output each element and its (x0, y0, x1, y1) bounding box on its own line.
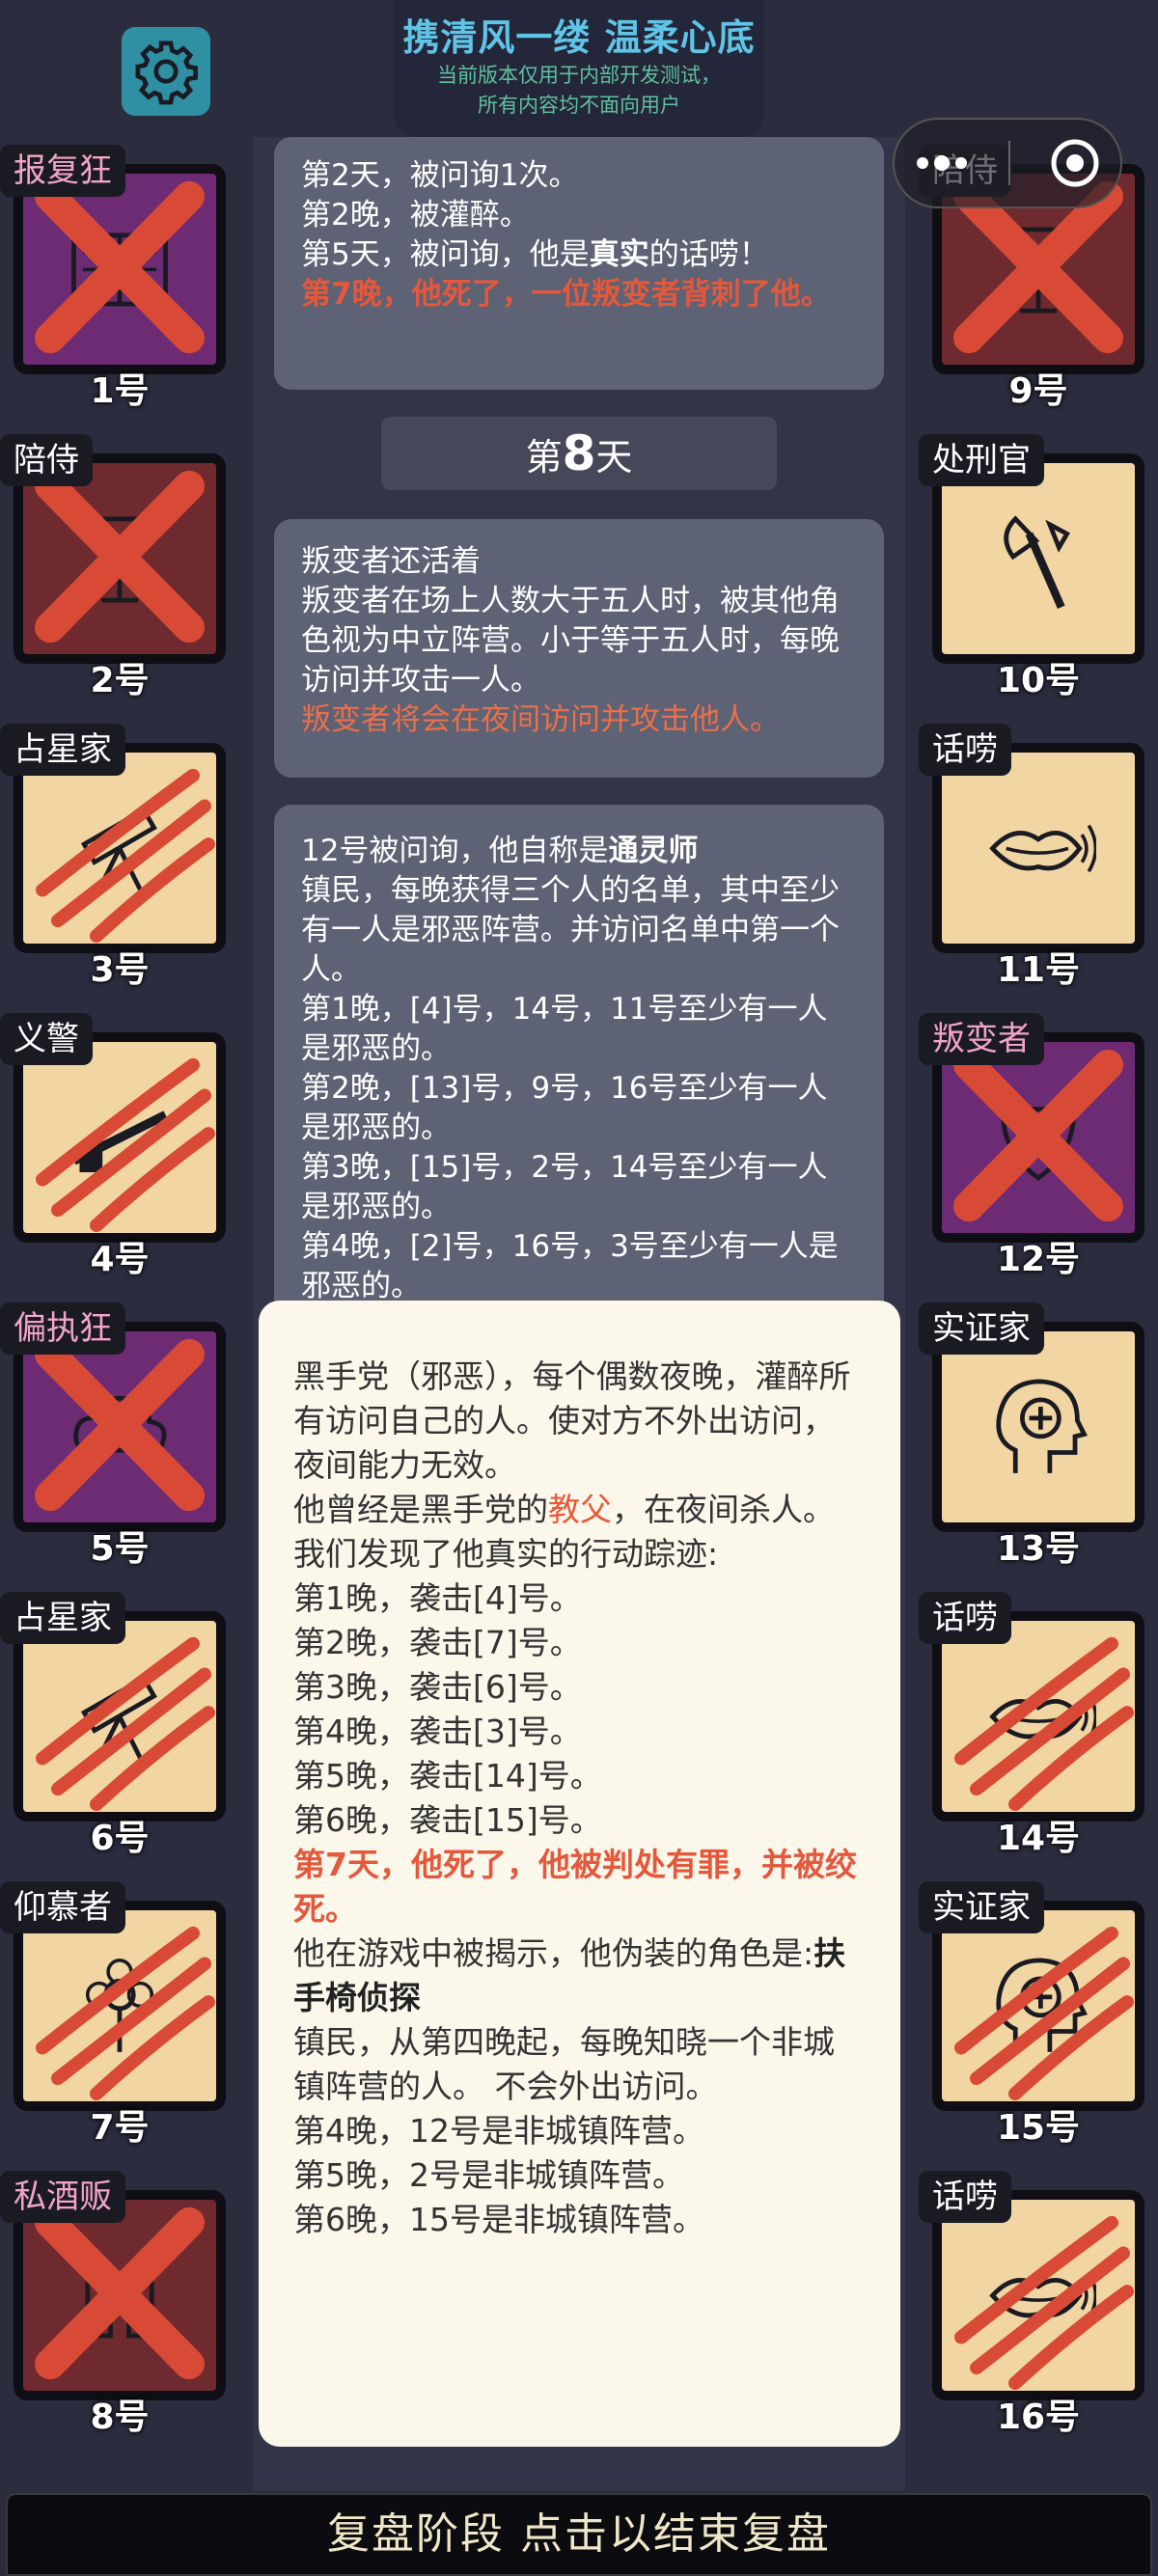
eliminated-cross-icon (35, 180, 205, 354)
claw-marks-icon (954, 1636, 1134, 1812)
player-number: 13号 (996, 1529, 1081, 1569)
detail-night-5: 第5晚，袭击[14]号。 (293, 1757, 602, 1795)
player-role-label: 陪侍 (0, 434, 93, 486)
detail-finding-1: 第4晚，12号是非城镇阵营。 (293, 2112, 704, 2150)
head-plus-icon (996, 1379, 1088, 1473)
detail-night-4: 第4晚，袭击[3]号。 (293, 1713, 582, 1750)
player-role-label: 占星家 (0, 1592, 125, 1644)
log-line: 叛变者在场上人数大于五人时，被其他角色视为中立阵营。小于等于五人时，每晚访问并攻… (301, 584, 840, 698)
player-role-label: 偏执狂 (0, 1302, 125, 1355)
more-options-icon[interactable] (913, 153, 971, 173)
player-number: 2号 (90, 661, 150, 700)
detail-true-role: 他曾经是黑手党的教父，在夜间杀人。 (293, 1491, 835, 1528)
player-role-label: 私酒贩 (0, 2171, 125, 2223)
player-number: 5号 (90, 1529, 150, 1569)
notice-line-1: 当前版本仅用于内部开发测试， (437, 64, 721, 87)
log-line: 第2晚，被灌醉。 (301, 198, 530, 233)
claw-marks-icon (954, 1926, 1134, 2101)
log-line: 第2天，被问询1次。 (301, 158, 579, 193)
log-card-interrogation: 12号被问询，他自称是通灵师 镇民，每晚获得三个人的名单，其中至少有一人是邪恶阵… (274, 805, 884, 1306)
eliminated-cross-icon (35, 470, 205, 644)
day-header: 第8天 (381, 417, 777, 490)
eliminated-cross-icon (35, 2206, 205, 2380)
log-line: 12号被问询，他自称是通灵师 (301, 834, 699, 868)
player-number: 11号 (996, 950, 1081, 990)
log-line: 第4晚，[2]号，16号，3号至少有一人是邪恶的。 (301, 1229, 839, 1303)
log-line: 第1晚，[4]号，14号，11号至少有一人是邪恶的。 (301, 992, 828, 1066)
log-card-traitor: 叛变者还活着 叛变者在场上人数大于五人时，被其他角色视为中立阵营。小于等于五人时… (274, 519, 884, 778)
eliminated-cross-icon (35, 1338, 205, 1512)
player-number: 7号 (90, 2108, 150, 2148)
detail-finding-2: 第5晚，2号是非城镇阵营。 (293, 2156, 684, 2194)
mouth-icon (989, 824, 1096, 872)
log-line: 第5天，被问询，他是真实的话唠！ (301, 237, 769, 272)
claw-marks-icon (36, 1057, 215, 1233)
detail-night-2: 第2晚，袭击[7]号。 (293, 1624, 582, 1661)
player-number: 14号 (996, 1819, 1081, 1858)
player-number: 4号 (90, 1240, 150, 1279)
player-number: 6号 (90, 1819, 150, 1858)
close-target-icon[interactable] (1048, 136, 1102, 190)
detail-trace-heading: 我们发现了他真实的行动踪迹: (293, 1535, 719, 1573)
log-line: 镇民，每晚获得三个人的名单，其中至少有一人是邪恶阵营。并访问名单中第一个人。 (301, 873, 840, 987)
claw-marks-icon (36, 768, 215, 944)
game-title: 携清风一缕 温柔心底 (402, 16, 756, 59)
mini-program-capsule (893, 118, 1122, 208)
log-line: 第2晚，[13]号，9号，16号至少有一人是邪恶的。 (301, 1071, 828, 1145)
log-death-line: 第7晚，他死了，一位叛变者背刺了他。 (301, 277, 831, 312)
log-card-player-history: 第2天，被问询1次。 第2晚，被灌醉。 第5天，被问询，他是真实的话唠！ 第7晚… (274, 137, 884, 390)
detail-fake-role-desc: 镇民，从第四晚起，每晚知晓一个非城镇阵营的人。 不会外出访问。 (293, 2023, 835, 2105)
notice-line-2: 所有内容均不面向用户 (478, 94, 680, 117)
claw-marks-icon (36, 1926, 215, 2101)
player-role-label: 仰慕者 (0, 1881, 125, 1933)
log-line: 第3晚，[15]号，2号，14号至少有一人是邪恶的。 (301, 1150, 828, 1224)
detail-role-desc: 黑手党（邪恶），每个偶数夜晚，灌醉所有访问自己的人。使对方不外出访问，夜间能力无… (293, 1357, 851, 1484)
player-role-label: 报复狂 (0, 145, 125, 197)
detail-reveal: 他在游戏中被揭示，他伪装的角色是:扶手椅侦探 (293, 1934, 846, 2016)
claw-marks-icon (954, 2215, 1134, 2391)
detail-night-6: 第6晚，袭击[15]号。 (293, 1801, 602, 1839)
detail-night-3: 第3晚，袭击[6]号。 (293, 1668, 582, 1706)
player-number: 12号 (996, 1240, 1081, 1279)
detail-finding-3: 第6晚，15号是非城镇阵营。 (293, 2201, 704, 2238)
player-role-label: 义警 (0, 1013, 93, 1065)
player-role-label: 实证家 (919, 1881, 1044, 1933)
player-detail-popup[interactable]: 黑手党（邪恶），每个偶数夜晚，灌醉所有访问自己的人。使对方不外出访问，夜间能力无… (259, 1301, 900, 2447)
end-review-button[interactable]: 复盘阶段 点击以结束复盘 (6, 2493, 1152, 2576)
player-role-label: 占星家 (0, 724, 125, 776)
settings-button[interactable] (122, 27, 210, 116)
player-number: 9号 (1008, 371, 1068, 411)
dev-notice-banner: 携清风一缕 温柔心底 当前版本仅用于内部开发测试， 所有内容均不面向用户 (394, 0, 764, 137)
player-number: 1号 (90, 371, 150, 411)
player-role-label: 处刑官 (919, 434, 1044, 486)
axe-icon (1004, 515, 1070, 609)
gear-icon (135, 41, 198, 105)
player-number: 3号 (90, 950, 150, 990)
player-role-label: 话唠 (919, 724, 1011, 776)
detail-night-1: 第1晚，袭击[4]号。 (293, 1579, 582, 1617)
claw-marks-icon (36, 1636, 215, 1812)
player-role-label: 话唠 (919, 1592, 1011, 1644)
player-number: 8号 (90, 2398, 150, 2437)
player-number: 10号 (996, 661, 1081, 700)
player-number: 16号 (996, 2398, 1081, 2437)
player-role-label: 叛变者 (919, 1013, 1044, 1065)
player-role-label: 话唠 (919, 2171, 1011, 2223)
player-role-label: 实证家 (919, 1302, 1044, 1355)
detail-death: 第7天，他死了，他被判处有罪，并被绞死。 (293, 1846, 857, 1928)
log-line: 叛变者还活着 (301, 544, 481, 579)
eliminated-cross-icon (953, 1049, 1123, 1222)
log-warning-line: 叛变者将会在夜间访问并攻击他人。 (301, 702, 780, 737)
player-number: 15号 (996, 2108, 1081, 2148)
capsule-divider (1007, 141, 1010, 185)
